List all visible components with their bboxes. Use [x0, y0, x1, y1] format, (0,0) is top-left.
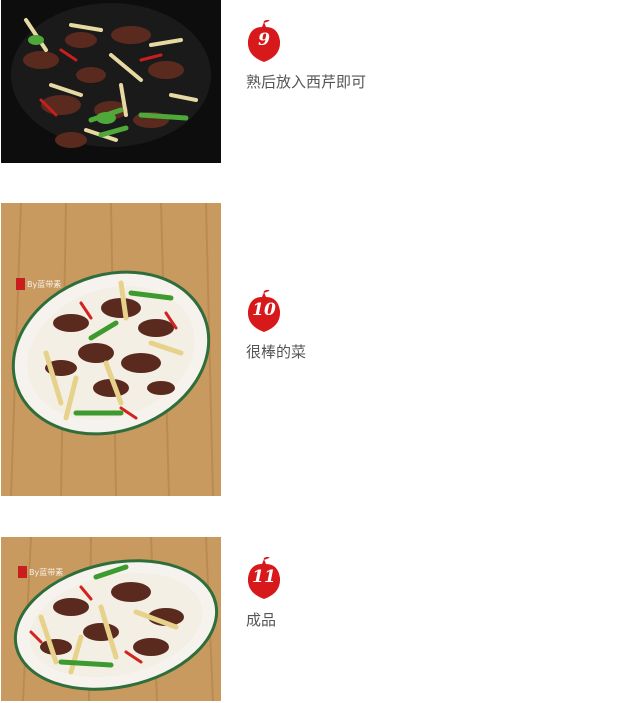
step-number-badge: 9 [245, 20, 283, 64]
recipe-step-10: By蓝带素 10 很棒的菜 [0, 203, 643, 498]
step-number: 11 [252, 567, 276, 587]
photo-watermark: By蓝带素 [27, 280, 62, 289]
step-number-badge: 11 [245, 557, 283, 601]
step-11-photo: By蓝带素 [1, 537, 221, 701]
step-number-badge: 10 [245, 290, 283, 334]
step-9-photo [1, 0, 221, 163]
recipe-step-9: 9 熟后放入西芹即可 [0, 0, 643, 170]
photo-watermark: By蓝带素 [29, 568, 64, 577]
step-description: 熟后放入西芹即可 [246, 73, 367, 91]
recipe-step-11: By蓝带素 11 成品 [0, 537, 643, 703]
step-description: 成品 [246, 611, 277, 629]
step-10-photo: By蓝带素 [1, 203, 221, 496]
step-description: 很棒的菜 [246, 343, 307, 361]
step-number: 10 [252, 300, 276, 320]
step-number: 9 [258, 30, 270, 50]
